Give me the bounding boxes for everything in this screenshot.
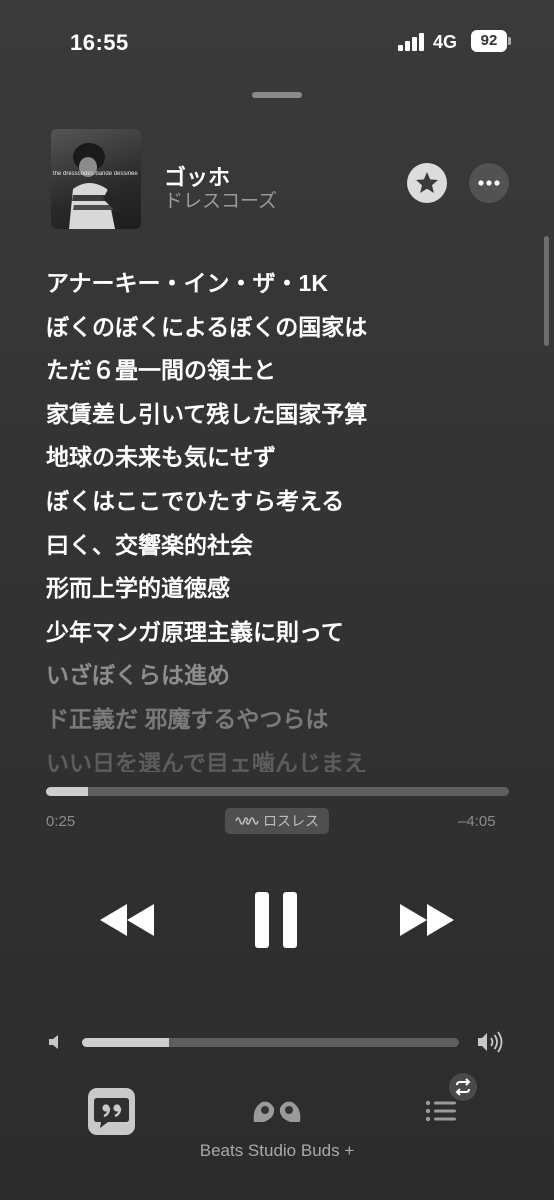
lyrics-view[interactable]: アナーキー・イン・ザ・1K ぼくのぼくによるぼくの国家は ただ６畳一間の領土と 家賃差…	[46, 262, 526, 772]
lyric-line[interactable]: 家賃差し引いて残した国家予算	[46, 393, 526, 437]
lyric-line[interactable]: アナーキー・イン・ザ・1K	[46, 262, 526, 306]
album-artwork[interactable]: the dresscodes bande dessinée	[51, 129, 141, 229]
favorite-button[interactable]	[407, 163, 447, 203]
playback-progress-fill	[46, 787, 88, 796]
remaining-time: –4:05	[458, 813, 496, 830]
lyric-line[interactable]: 曰く、交響楽的社会	[46, 524, 526, 568]
cellular-signal-icon	[398, 33, 426, 51]
lossless-waveform-icon	[235, 817, 259, 825]
star-icon	[416, 172, 438, 193]
repeat-indicator	[449, 1073, 477, 1101]
elapsed-time: 0:25	[46, 813, 76, 830]
lyric-line[interactable]: ただ６畳一間の領土と	[46, 349, 526, 393]
sheet-grabber[interactable]	[252, 92, 302, 98]
fast-forward-icon	[400, 904, 454, 936]
status-time: 16:55	[70, 30, 129, 55]
next-track-button[interactable]	[398, 900, 456, 940]
scroll-indicator	[544, 236, 549, 346]
lyric-line[interactable]: ぼくはここでひたすら考える	[46, 480, 526, 524]
speaker-low-icon	[47, 1033, 65, 1051]
output-device-button[interactable]	[250, 1092, 304, 1128]
repeat-icon	[455, 1078, 471, 1096]
artist-name[interactable]: ドレスコーズ	[164, 186, 277, 213]
earbuds-icon	[253, 1101, 301, 1122]
rewind-icon	[100, 904, 154, 936]
previous-track-button[interactable]	[98, 900, 156, 940]
lyrics-quote-icon	[94, 1098, 129, 1128]
lyrics-button[interactable]	[88, 1088, 135, 1135]
volume-slider[interactable]	[82, 1038, 459, 1047]
battery-icon	[508, 37, 511, 45]
lyric-line[interactable]: ド正義だ 邪魔するやつらは	[46, 698, 526, 742]
lyric-line[interactable]: いい日を選んで目ェ噛んじまえ	[46, 742, 526, 772]
lyric-line[interactable]: ぼくのぼくによるぼくの国家は	[46, 306, 526, 350]
ellipsis-icon	[478, 180, 500, 186]
lyric-line[interactable]: 少年マンガ原理主義に則って	[46, 611, 526, 655]
lyric-line[interactable]: 地球の未来も気にせず	[46, 436, 526, 480]
lossless-badge[interactable]: ロスレス	[225, 808, 329, 834]
network-type: 4G	[433, 32, 458, 52]
lyric-line[interactable]: いざぼくらは進め	[46, 654, 526, 698]
more-options-button[interactable]	[469, 163, 509, 203]
output-device-label: Beats Studio Buds +	[199, 1141, 355, 1160]
pause-icon	[255, 892, 297, 948]
speaker-high-icon	[476, 1030, 506, 1054]
lossless-label: ロスレス	[263, 813, 319, 829]
pause-button[interactable]	[253, 890, 299, 950]
album-art-text: the dresscodes bande dessinée	[53, 171, 138, 177]
playback-scrubber[interactable]	[46, 787, 509, 796]
volume-fill	[82, 1038, 169, 1047]
battery-level: 92	[471, 30, 507, 52]
lyric-line[interactable]: 形而上学的道徳感	[46, 567, 526, 611]
